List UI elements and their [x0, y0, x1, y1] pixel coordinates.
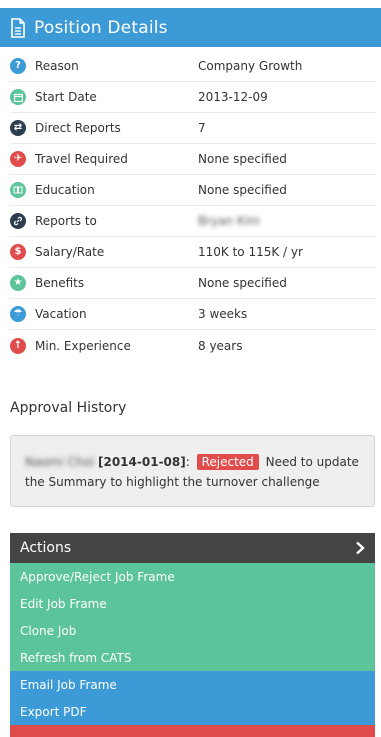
umbrella-icon: ☂	[10, 306, 26, 322]
details-list: ? Reason Company Growth Start Date 2013-…	[10, 51, 376, 361]
detail-row-vacation: ☂ Vacation 3 weeks	[10, 299, 376, 330]
approval-date: [2014-01-08]	[98, 455, 186, 469]
detail-value: 7	[198, 121, 206, 135]
detail-value: None specified	[198, 183, 287, 197]
detail-row-education: Education None specified	[10, 175, 376, 206]
detail-value-redacted: Bryan Kim	[198, 214, 260, 228]
plane-icon: ✈	[10, 151, 26, 167]
detail-value: 3 weeks	[198, 307, 248, 321]
export-pdf-button[interactable]: Export PDF	[10, 698, 375, 725]
clone-job-button[interactable]: Clone Job	[10, 617, 375, 644]
detail-row-reports-to: Reports to Bryan Kim	[10, 206, 376, 237]
detail-row-salary: $ Salary/Rate 110K to 115K / yr	[10, 237, 376, 268]
arrows-icon: ⇄	[10, 120, 26, 136]
refresh-from-cats-button[interactable]: Refresh from CATS	[10, 644, 375, 671]
detail-value: None specified	[198, 152, 287, 166]
detail-label: Benefits	[35, 276, 85, 290]
calendar-icon	[10, 89, 26, 105]
detail-value: 2013-12-09	[198, 90, 268, 104]
detail-label: Travel Required	[35, 152, 128, 166]
detail-label: Vacation	[35, 307, 87, 321]
email-job-frame-button[interactable]: Email Job Frame	[10, 671, 375, 698]
up-arrow-icon: ↑	[10, 337, 26, 354]
detail-value: None specified	[198, 276, 287, 290]
link-icon	[10, 213, 26, 229]
detail-row-start-date: Start Date 2013-12-09	[10, 82, 376, 113]
detail-label: Min. Experience	[35, 338, 131, 353]
detail-row-experience: ↑ Min. Experience 8 years	[10, 330, 376, 361]
chevron-right-icon[interactable]	[355, 541, 365, 555]
cutoff-action-button[interactable]	[10, 725, 375, 737]
detail-label: Education	[35, 183, 95, 197]
detail-label: Start Date	[35, 90, 97, 104]
detail-label: Reports to	[35, 214, 97, 228]
detail-row-direct-reports: ⇄ Direct Reports 7	[10, 113, 376, 144]
actions-header[interactable]: Actions	[10, 533, 375, 563]
detail-value: Company Growth	[198, 59, 303, 73]
detail-row-benefits: ★ Benefits None specified	[10, 268, 376, 299]
detail-row-travel: ✈ Travel Required None specified	[10, 144, 376, 175]
detail-row-reason: ? Reason Company Growth	[10, 51, 376, 82]
book-icon	[10, 182, 26, 198]
detail-label: Salary/Rate	[35, 245, 105, 259]
dollar-icon: $	[10, 244, 26, 260]
position-details-panel: Position Details	[0, 8, 381, 47]
question-icon: ?	[10, 58, 26, 74]
panel-title: Position Details	[34, 17, 168, 38]
detail-label: Reason	[35, 59, 79, 73]
approval-entry: Naomi Choi [2014-01-08]: Rejected Need t…	[10, 435, 375, 507]
detail-value: 8 years	[198, 338, 243, 353]
approve-reject-button[interactable]: Approve/Reject Job Frame	[10, 563, 375, 590]
approver-name-redacted: Naomi Choi	[25, 455, 95, 469]
star-icon: ★	[10, 275, 26, 291]
actions-panel: Actions Approve/Reject Job Frame Edit Jo…	[10, 533, 375, 737]
approval-history-title: Approval History	[10, 400, 127, 416]
document-icon	[11, 17, 25, 38]
edit-job-frame-button[interactable]: Edit Job Frame	[10, 590, 375, 617]
actions-title: Actions	[20, 540, 72, 556]
detail-value: 110K to 115K / yr	[198, 245, 303, 259]
panel-header: Position Details	[0, 8, 381, 47]
status-badge: Rejected	[196, 454, 259, 470]
detail-label: Direct Reports	[35, 121, 121, 135]
